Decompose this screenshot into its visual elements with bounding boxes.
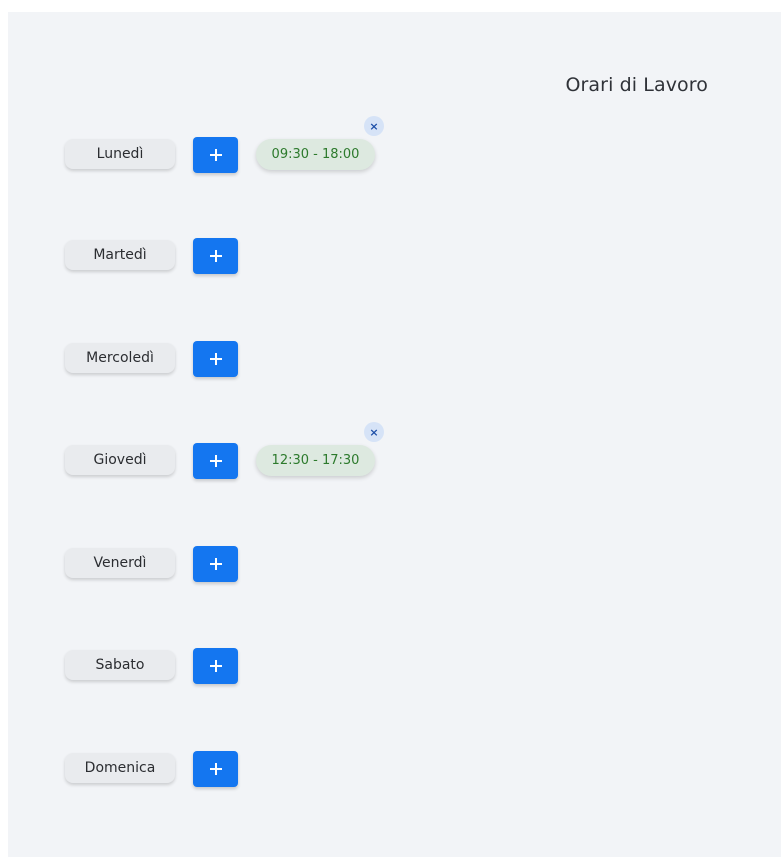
add-slot-button[interactable]	[193, 443, 238, 479]
day-row-sunday: Domenica	[65, 751, 565, 787]
day-row-wednesday: Mercoledì	[65, 341, 565, 377]
plus-icon	[209, 353, 222, 365]
day-label[interactable]: Mercoledì	[65, 343, 175, 373]
plus-icon	[209, 763, 222, 775]
add-slot-button[interactable]	[193, 238, 238, 274]
day-label[interactable]: Lunedì	[65, 139, 175, 169]
day-row-monday: Lunedì 09:30 - 18:00 ×	[65, 116, 565, 173]
day-label[interactable]: Martedì	[65, 240, 175, 270]
close-icon[interactable]: ×	[364, 422, 384, 442]
close-icon[interactable]: ×	[364, 116, 384, 136]
add-slot-button[interactable]	[193, 341, 238, 377]
add-slot-button[interactable]	[193, 648, 238, 684]
plus-icon	[209, 455, 222, 467]
day-label[interactable]: Giovedì	[65, 445, 175, 475]
time-slot-chip: 09:30 - 18:00	[256, 139, 375, 170]
day-label[interactable]: Venerdì	[65, 548, 175, 578]
day-row-saturday: Sabato	[65, 648, 565, 684]
day-row-thursday: Giovedì 12:30 - 17:30 ×	[65, 422, 565, 479]
add-slot-button[interactable]	[193, 546, 238, 582]
plus-icon	[209, 149, 222, 161]
add-slot-button[interactable]	[193, 751, 238, 787]
plus-icon	[209, 250, 222, 262]
day-label[interactable]: Domenica	[65, 753, 175, 783]
day-row-friday: Venerdì	[65, 546, 565, 582]
plus-icon	[209, 558, 222, 570]
day-row-tuesday: Martedì	[65, 238, 565, 274]
day-label[interactable]: Sabato	[65, 650, 175, 680]
plus-icon	[209, 660, 222, 672]
page-title: Orari di Lavoro	[565, 74, 708, 96]
add-slot-button[interactable]	[193, 137, 238, 173]
time-slot-chip: 12:30 - 17:30	[256, 445, 375, 476]
